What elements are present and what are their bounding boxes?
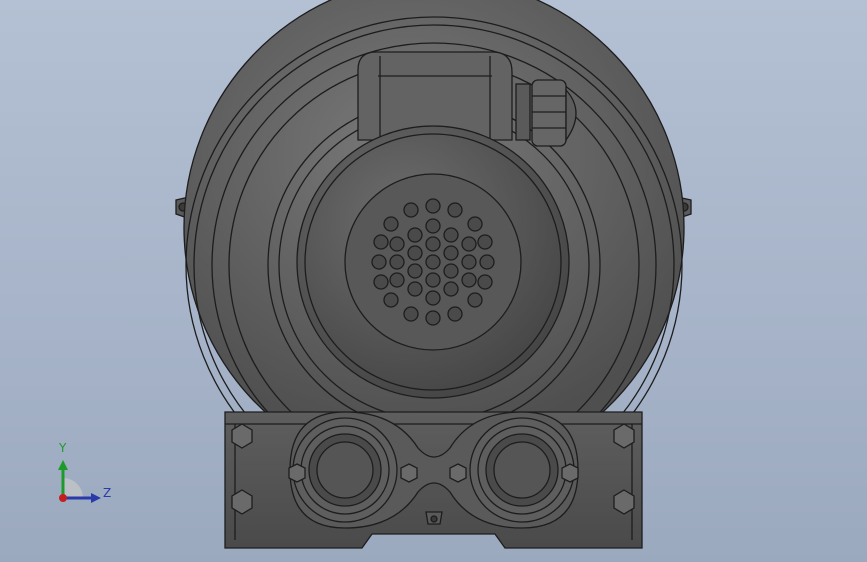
blower-model[interactable] bbox=[0, 0, 867, 562]
coordinate-triad bbox=[58, 460, 101, 503]
triad-y-label: Y bbox=[59, 441, 67, 455]
outlet-port bbox=[469, 417, 575, 523]
bottom-lug bbox=[425, 511, 443, 525]
inlet-port bbox=[292, 417, 398, 523]
triad-z-label: Z bbox=[103, 486, 112, 500]
graphics-viewport[interactable]: Y Z bbox=[0, 0, 867, 562]
